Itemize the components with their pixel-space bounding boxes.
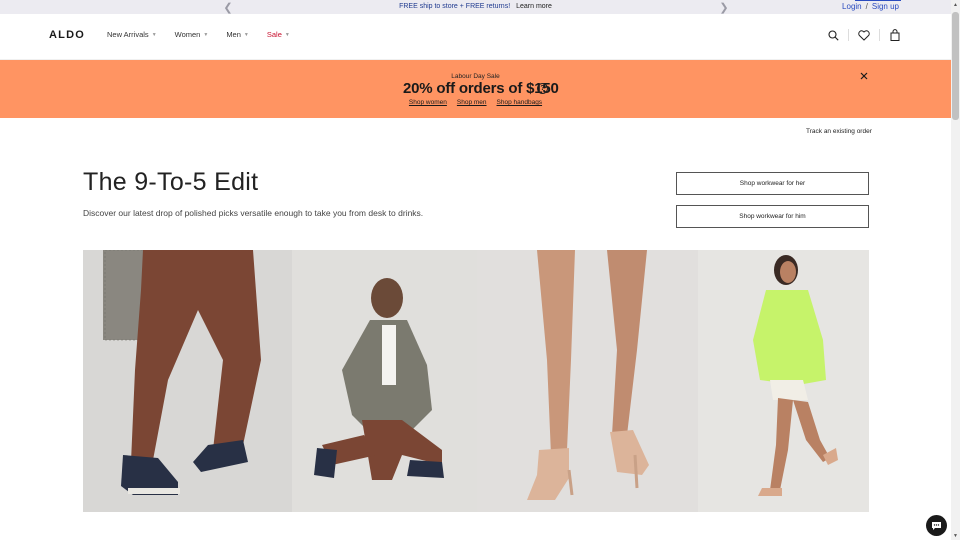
scrollbar-thumb[interactable] — [952, 12, 959, 120]
close-icon[interactable] — [858, 69, 870, 81]
nav-new-arrivals[interactable]: New Arrivals ▼ — [107, 30, 157, 39]
promo-message: FREE ship to store + FREE returns! Learn… — [0, 2, 951, 12]
login-link[interactable]: Login — [842, 2, 862, 11]
page-title: The 9-To-5 Edit — [83, 168, 259, 196]
bag-icon[interactable] — [888, 28, 902, 42]
nav-men[interactable]: Men ▼ — [226, 30, 249, 39]
main-nav: New Arrivals ▼ Women ▼ Men ▼ Sale ▼ — [107, 30, 290, 39]
shop-workwear-her-button[interactable]: Shop workwear for her — [676, 172, 869, 195]
nav-label: Sale — [266, 30, 282, 39]
chat-icon[interactable] — [926, 515, 947, 536]
page-scrollbar[interactable]: ▲ ▼ — [951, 0, 960, 540]
nav-label: Men — [226, 30, 241, 39]
promo-bar: ❮ FREE ship to store + FREE returns! Lea… — [0, 0, 951, 14]
nav-sale[interactable]: Sale ▼ — [267, 30, 290, 39]
question-icon[interactable]: ? — [537, 83, 548, 94]
chevron-down-icon: ▼ — [151, 31, 157, 38]
track-order-link[interactable]: Track an existing order — [806, 128, 872, 135]
shop-workwear-him-button[interactable]: Shop workwear for him — [676, 205, 869, 228]
hero-image-nude-heels — [477, 250, 698, 512]
divider — [879, 29, 880, 41]
nav-label: New Arrivals — [107, 30, 149, 39]
account-underline — [855, 0, 901, 1]
scroll-down-icon[interactable]: ▼ — [951, 531, 960, 540]
shop-handbags-link[interactable]: Shop handbags — [497, 99, 543, 106]
banner-links: Shop women Shop men Shop handbags — [0, 99, 951, 106]
site-header: ALDO New Arrivals ▼ Women ▼ Men ▼ Sale ▼ — [0, 14, 951, 60]
aldo-logo[interactable]: ALDO — [49, 28, 92, 40]
divider — [848, 29, 849, 41]
hero-image-walking-legs — [83, 250, 292, 512]
nav-women[interactable]: Women ▼ — [175, 30, 209, 39]
chevron-down-icon: ▼ — [243, 31, 249, 38]
account-separator: / — [865, 2, 868, 11]
account-links: Login / Sign up — [842, 2, 899, 12]
page-subtitle: Discover our latest drop of polished pic… — [83, 208, 424, 218]
promo-free-text[interactable]: FREE ship to store + FREE returns! — [399, 3, 510, 10]
chevron-down-icon: ▼ — [284, 31, 290, 38]
heart-icon[interactable] — [857, 28, 871, 42]
nav-label: Women — [174, 30, 201, 39]
shop-men-link[interactable]: Shop men — [457, 99, 487, 106]
search-icon[interactable] — [826, 28, 840, 42]
banner-eyebrow: Labour Day Sale — [451, 73, 500, 80]
hero-gallery[interactable] — [83, 250, 869, 512]
banner-headline: 20% off orders of $150 — [403, 80, 559, 97]
chevron-down-icon: ▼ — [203, 31, 209, 38]
sale-banner: Labour Day Sale 20% off orders of $150 ?… — [0, 60, 951, 118]
promo-learn-more-link[interactable]: Learn more — [516, 3, 552, 10]
signup-link[interactable]: Sign up — [872, 2, 899, 11]
hero-image-kneeling-man — [292, 250, 477, 512]
hero-image-lime-blazer-woman — [698, 250, 869, 512]
shop-women-link[interactable]: Shop women — [409, 99, 447, 106]
logo-text: ALDO — [49, 29, 85, 40]
scroll-up-icon[interactable]: ▲ — [951, 0, 960, 9]
header-icons — [826, 28, 902, 42]
chevron-right-icon[interactable]: ❯ — [718, 1, 730, 14]
